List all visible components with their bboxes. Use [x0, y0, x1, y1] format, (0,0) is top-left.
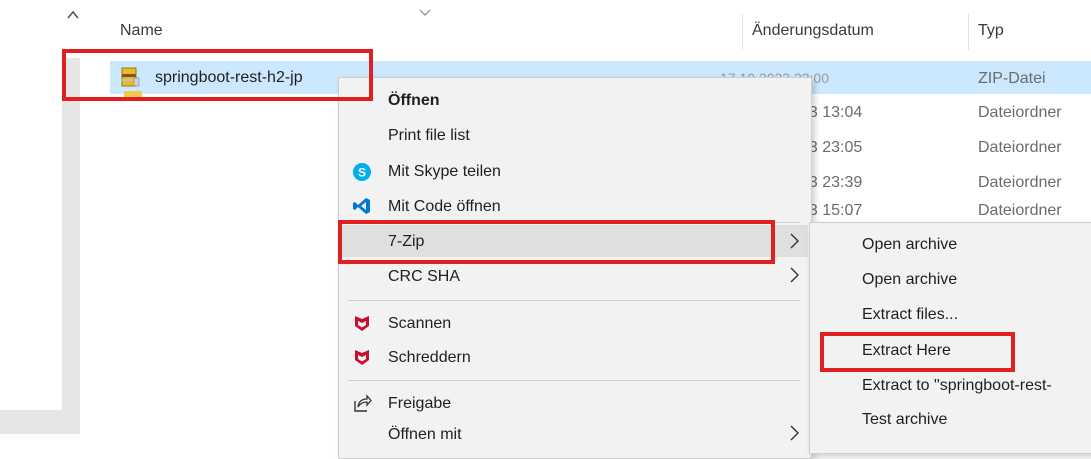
annotation-box-7zip: [338, 220, 775, 264]
row-type: Dateiordner: [978, 104, 1062, 121]
svg-text:S: S: [358, 166, 366, 180]
menu-item-crc-sha[interactable]: CRC SHA: [388, 268, 460, 286]
row-type: Dateiordner: [978, 174, 1062, 191]
menu-divider: [348, 380, 800, 381]
mcafee-icon: [355, 316, 369, 331]
menu-item-open-with[interactable]: Öffnen mit: [388, 426, 462, 444]
menu-item-skype-share[interactable]: Mit Skype teilen: [388, 163, 501, 181]
menu-divider: [348, 300, 800, 301]
chevron-right-icon: [790, 425, 799, 441]
submenu-item-test-archive[interactable]: Test archive: [862, 411, 947, 429]
mcafee-icon: [355, 350, 369, 365]
column-separator[interactable]: [742, 14, 743, 50]
submenu-item-open-archive-2[interactable]: Open archive: [862, 271, 957, 289]
menu-item-shred[interactable]: Schreddern: [388, 349, 471, 367]
annotation-box-file: [62, 49, 373, 101]
menu-item-scan[interactable]: Scannen: [388, 315, 451, 333]
column-header-date[interactable]: Änderungsdatum: [752, 22, 874, 40]
menu-item-print-file-list[interactable]: Print file list: [388, 127, 470, 145]
sort-chevron-icon: [419, 9, 431, 16]
vscode-icon: [353, 198, 370, 214]
share-icon: [354, 394, 372, 412]
menu-item-open-with-code[interactable]: Mit Code öffnen: [388, 198, 501, 216]
row-type: Dateiordner: [978, 139, 1062, 156]
submenu-item-extract-files[interactable]: Extract files...: [862, 306, 958, 324]
column-header-name[interactable]: Name: [120, 22, 163, 40]
chevron-right-icon: [790, 233, 799, 249]
navigation-pane-edge: [0, 410, 62, 434]
skype-icon: S: [353, 163, 371, 181]
annotation-box-extract-here: [820, 332, 1015, 372]
submenu-item-open-archive[interactable]: Open archive: [862, 236, 957, 254]
collapse-up-icon[interactable]: [66, 8, 80, 22]
file-type: ZIP-Datei: [978, 70, 1046, 87]
scrollbar-track[interactable]: [62, 58, 80, 434]
menu-item-share[interactable]: Freigabe: [388, 395, 451, 413]
chevron-right-icon: [790, 267, 799, 283]
column-header-type[interactable]: Typ: [978, 22, 1004, 40]
row-type: Dateiordner: [978, 202, 1062, 219]
column-separator[interactable]: [968, 14, 969, 50]
menu-item-open[interactable]: Öffnen: [388, 92, 440, 110]
submenu-item-extract-to[interactable]: Extract to "springboot-rest-: [862, 377, 1052, 395]
